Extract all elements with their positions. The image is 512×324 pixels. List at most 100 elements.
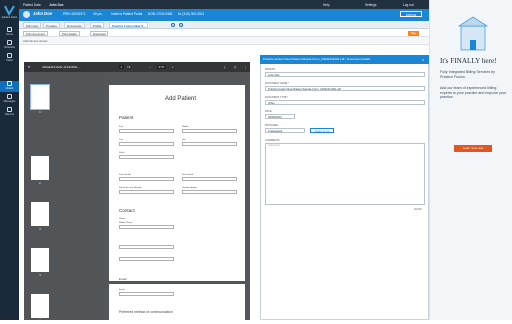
comments-textarea[interactable]: Comment [265, 143, 425, 205]
ad-text: Add our team of experienced billing expe… [440, 86, 507, 100]
print-icon[interactable]: ⎙ [234, 65, 236, 69]
tab-summary[interactable]: Summary [23, 22, 42, 28]
form-title: Add Patient [165, 96, 197, 102]
envelope-icon [7, 94, 12, 99]
portal-invite-link[interactable]: Invite to Patient Portal [111, 12, 142, 16]
tab-documents[interactable]: Documents [64, 22, 85, 28]
zoom-in-icon[interactable]: + [172, 65, 174, 69]
zoom-out-icon[interactable]: − [149, 65, 151, 69]
form-field [119, 177, 174, 181]
home-icon [7, 27, 12, 32]
field-label: Last [119, 139, 124, 141]
patient-field[interactable]: John Doe [265, 72, 425, 77]
patient-dob: DOB: 07/01/1981 [148, 12, 173, 16]
brand-name: practice fusion [1, 16, 18, 19]
zoom-level[interactable]: 67% [157, 65, 167, 69]
section-patient: Patient [119, 115, 134, 120]
thumbnail-page[interactable] [31, 248, 49, 272]
pdf-filename: d30a4d19-8e6c-4c69-8f2d-... [42, 65, 81, 69]
thumbnail-number: 4 [39, 273, 41, 277]
field-label: Sex at birth [182, 174, 194, 176]
provider-select[interactable]: Unassigned [265, 128, 305, 133]
form-field [119, 190, 174, 194]
thumbnail-number: 5 [39, 316, 41, 320]
print-document-button[interactable]: Print document [23, 30, 48, 36]
page-total: / 6 [127, 65, 131, 69]
field-label: Preferred method of communication [119, 310, 173, 314]
thumbnail-number: 2 [39, 181, 41, 185]
sidebar-item-tasks[interactable]: Tasks [0, 53, 19, 64]
patient-data-label: Patient Data [23, 2, 41, 7]
thumbnail-page[interactable] [31, 202, 49, 226]
thumbnail-number: 3 [39, 227, 41, 231]
close-icon[interactable]: × [422, 57, 424, 62]
form-field [182, 129, 237, 133]
print-details-button[interactable]: Print details [59, 30, 80, 36]
form-field [119, 225, 174, 229]
field-label: Gender identity [182, 187, 197, 189]
thumbnail-number: 1 [39, 110, 41, 114]
pdf-page: Email Preferred method of communication [109, 284, 245, 324]
actions-button[interactable]: Actions [400, 11, 422, 17]
document-type-select[interactable]: Other [265, 100, 425, 105]
date-field[interactable]: 03/05/2024 [265, 114, 295, 119]
form-field [119, 292, 174, 296]
thumbnail-page[interactable] [31, 156, 49, 180]
ad-headline: It's FINALLY here! [440, 57, 497, 65]
field-label: Date of birth [119, 174, 131, 176]
settings-link[interactable]: Settings [365, 3, 377, 7]
tab-profile[interactable]: Profile [90, 22, 105, 28]
patient-name: John Doe [33, 11, 53, 16]
sign-button[interactable]: Sign [408, 30, 419, 36]
pdf-toolbar: ≡ d30a4d19-8e6c-4c69-8f2d-... 1 / 6 − 67… [24, 62, 250, 72]
document-name-field[interactable]: Practice Fusion New Patient Sample Form_… [265, 86, 425, 91]
avatar [23, 11, 30, 18]
form-field [119, 245, 174, 249]
attachment-viewer-label: Attachment viewer [19, 37, 429, 45]
building-illustration [457, 16, 489, 51]
field-label: Email [119, 289, 125, 291]
tab-open-document[interactable]: Practice Fusion New P... [109, 22, 149, 28]
download-button[interactable]: Download [90, 30, 109, 36]
top-patient-name[interactable]: John Doe [49, 3, 64, 7]
menu-icon[interactable]: ≡ [28, 65, 30, 69]
document-actions-row: Print document Print details Download Si… [19, 29, 429, 37]
patient-header: John Doe PRN: 00001971 43 yrs Invite to … [19, 9, 429, 21]
thumbnail-page[interactable] [31, 294, 49, 318]
tab-timeline[interactable]: Timeline [43, 22, 60, 28]
form-field [182, 190, 237, 194]
charts-icon [7, 81, 12, 86]
learn-more-button[interactable]: Learn more now [454, 145, 492, 152]
page-number-input[interactable]: 1 [119, 65, 124, 69]
reports-icon [7, 107, 12, 112]
calendar-icon [7, 40, 12, 45]
download-icon[interactable]: ⤓ [224, 65, 225, 69]
more-icon[interactable]: ⋮ [244, 65, 247, 69]
thumbnail-page[interactable] [30, 84, 50, 110]
patient-label: PATIENT [265, 68, 276, 71]
sidebar-item-schedule[interactable]: Schedule [0, 40, 19, 51]
field-label: Social Security Number [119, 187, 142, 189]
details-header: Practice Fusion New Patient Sample Form_… [260, 55, 429, 64]
date-label: DATE [265, 110, 272, 113]
sidebar-item-messages[interactable]: Messages [0, 94, 19, 105]
sidebar-item-charts[interactable]: Charts [0, 81, 19, 92]
form-field [182, 177, 237, 181]
provider-label: PROVIDER [265, 124, 279, 127]
logout-link[interactable]: Log out [403, 3, 414, 7]
field-label: Middle [182, 126, 189, 128]
add-tab-icon[interactable] [171, 23, 175, 27]
form-field [119, 142, 174, 146]
chart-tabs: Summary Timeline Documents Profile Pract… [19, 21, 429, 29]
sidebar-item-reports[interactable]: Reports [0, 107, 19, 118]
comment-counter: 0/1000 [414, 208, 422, 211]
help-link[interactable]: Help [323, 3, 330, 7]
more-tabs-icon[interactable] [179, 23, 183, 27]
sidebar-item-home[interactable]: Home [0, 27, 19, 38]
assign-to-me-button[interactable]: Assign to me [310, 128, 334, 133]
patient-age: 43 yrs [93, 12, 102, 16]
document-type-label: DOCUMENT TYPE * [265, 96, 289, 99]
form-field [182, 142, 237, 146]
form-field [119, 155, 174, 159]
field-label: Sex [182, 139, 186, 141]
